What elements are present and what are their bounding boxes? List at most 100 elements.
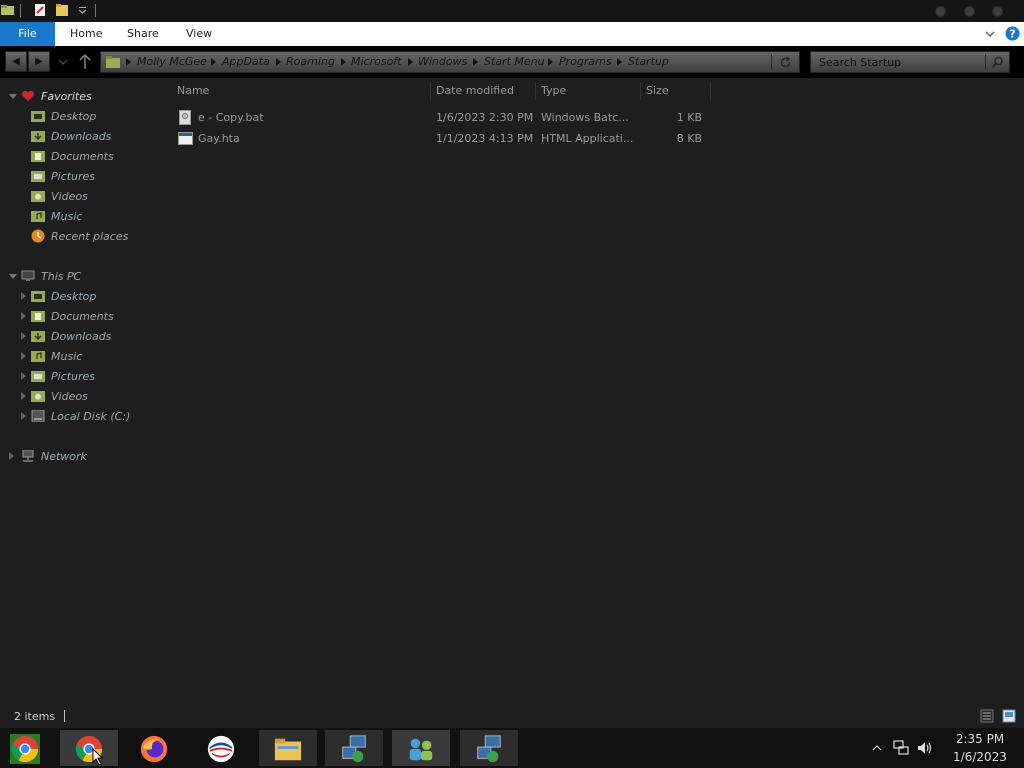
help-icon[interactable]: ? bbox=[1005, 26, 1020, 41]
file-date: 1/1/2023 4:13 PM bbox=[436, 132, 534, 145]
breadcrumb-item[interactable]: Programs bbox=[559, 55, 612, 68]
file-list: Name Date modified Type Size e - Copy.ba… bbox=[165, 78, 1024, 706]
taskbar-app-opera[interactable] bbox=[192, 730, 250, 766]
ribbon-tabs: File Home Share View ? bbox=[0, 22, 1024, 46]
separator bbox=[771, 54, 772, 70]
expand-chevron-icon[interactable] bbox=[21, 412, 26, 420]
nav-label: Desktop bbox=[51, 110, 97, 123]
expand-chevron-icon[interactable] bbox=[21, 292, 26, 300]
breadcrumb-separator bbox=[126, 58, 131, 66]
column-divider[interactable] bbox=[430, 82, 431, 100]
downloads-folder-icon bbox=[31, 331, 45, 342]
taskbar-app-chrome[interactable] bbox=[60, 730, 118, 766]
file-explorer-icon bbox=[274, 738, 302, 761]
refresh-icon[interactable] bbox=[779, 56, 792, 69]
title-bar bbox=[0, 0, 1024, 22]
taskbar-app-firefox[interactable] bbox=[125, 730, 183, 766]
column-header-size[interactable]: Size bbox=[646, 81, 669, 101]
status-bar: 2 items bbox=[0, 706, 1024, 728]
taskbar-app-network-setup[interactable] bbox=[325, 730, 383, 766]
separator bbox=[95, 4, 96, 17]
chevron-down-icon[interactable] bbox=[76, 3, 89, 17]
taskbar-app-network-setup[interactable] bbox=[460, 730, 518, 766]
people-icon bbox=[409, 738, 433, 761]
expand-chevron-icon[interactable] bbox=[21, 352, 26, 360]
folder-icon[interactable] bbox=[1, 3, 14, 17]
column-header-date[interactable]: Date modified bbox=[436, 81, 514, 101]
expand-chevron-icon[interactable] bbox=[21, 372, 26, 380]
file-name: Gay.hta bbox=[198, 132, 240, 145]
expand-chevron-icon[interactable] bbox=[21, 312, 26, 320]
breadcrumb-item[interactable]: Microsoft bbox=[351, 55, 402, 68]
recent-locations-chevron-icon[interactable] bbox=[58, 58, 68, 66]
svg-text:?: ? bbox=[1009, 28, 1015, 41]
documents-folder-icon bbox=[31, 311, 45, 322]
pictures-folder-icon bbox=[31, 371, 45, 382]
expand-chevron-icon[interactable] bbox=[9, 94, 17, 99]
search-icon[interactable] bbox=[991, 56, 1004, 69]
breadcrumb-item[interactable]: AppData bbox=[222, 55, 270, 68]
chevron-down-icon[interactable] bbox=[984, 29, 996, 39]
tab-home[interactable]: Home bbox=[70, 22, 102, 46]
nav-label: Downloads bbox=[51, 330, 112, 343]
file-size: 1 KB bbox=[676, 111, 702, 124]
breadcrumb-item[interactable]: Molly McGee bbox=[137, 55, 207, 68]
separator bbox=[64, 710, 65, 722]
videos-folder-icon bbox=[31, 391, 45, 402]
column-divider[interactable] bbox=[710, 82, 711, 100]
show-hidden-icons-chevron-icon[interactable] bbox=[872, 744, 882, 752]
address-bar[interactable]: Molly McGee AppData Roaming Microsoft Wi… bbox=[100, 51, 800, 73]
network-tray-icon[interactable] bbox=[893, 740, 909, 756]
expand-chevron-icon[interactable] bbox=[9, 452, 14, 460]
column-divider[interactable] bbox=[535, 82, 536, 100]
column-divider[interactable] bbox=[640, 82, 641, 100]
pictures-folder-icon bbox=[31, 171, 45, 182]
back-button[interactable]: ◀ bbox=[5, 51, 27, 72]
expand-chevron-icon[interactable] bbox=[21, 332, 26, 340]
tab-share[interactable]: Share bbox=[127, 22, 159, 46]
nav-label: Pictures bbox=[51, 370, 96, 383]
properties-icon[interactable] bbox=[34, 3, 47, 17]
nav-label: Downloads bbox=[51, 130, 112, 143]
minimize-button[interactable] bbox=[935, 6, 946, 17]
nav-label: Music bbox=[51, 210, 83, 223]
network-icon bbox=[22, 450, 34, 462]
taskbar-app-file-explorer[interactable] bbox=[259, 730, 317, 766]
up-arrow-icon[interactable] bbox=[78, 53, 92, 71]
heart-icon bbox=[22, 90, 34, 101]
expand-chevron-icon[interactable] bbox=[21, 392, 26, 400]
close-button[interactable] bbox=[992, 6, 1003, 17]
breadcrumb-separator bbox=[548, 58, 553, 66]
new-folder-icon[interactable] bbox=[56, 3, 69, 17]
file-row[interactable]: e - Copy.bat 1/6/2023 2:30 PM Windows Ba… bbox=[175, 108, 720, 128]
forward-button[interactable]: ▶ bbox=[28, 51, 50, 72]
tab-view[interactable]: View bbox=[186, 22, 212, 46]
column-header-name[interactable]: Name bbox=[177, 81, 209, 101]
batch-file-icon bbox=[179, 110, 191, 125]
breadcrumb-item[interactable]: Windows bbox=[418, 55, 467, 68]
search-box bbox=[810, 51, 1010, 73]
column-header-type[interactable]: Type bbox=[541, 81, 566, 101]
taskbar-app-people[interactable] bbox=[392, 730, 450, 766]
nav-label: Local Disk (C:) bbox=[51, 410, 131, 423]
start-button[interactable] bbox=[0, 730, 58, 766]
expand-chevron-icon[interactable] bbox=[9, 274, 17, 279]
details-view-icon[interactable] bbox=[980, 709, 994, 723]
large-icons-view-icon[interactable] bbox=[1002, 709, 1016, 723]
separator bbox=[985, 54, 986, 70]
clock-date[interactable]: 1/6/2023 bbox=[940, 750, 1020, 764]
volume-icon[interactable] bbox=[917, 740, 933, 756]
desktop-folder-icon bbox=[31, 291, 45, 302]
search-input[interactable] bbox=[811, 52, 983, 72]
breadcrumb-separator bbox=[473, 58, 478, 66]
clock-time[interactable]: 2:35 PM bbox=[940, 732, 1020, 746]
separator bbox=[20, 4, 21, 17]
file-row[interactable]: Gay.hta 1/1/2023 4:13 PM HTML Applicati.… bbox=[175, 129, 720, 149]
maximize-button[interactable] bbox=[964, 6, 975, 17]
tab-file[interactable]: File bbox=[0, 22, 55, 46]
breadcrumb-item[interactable]: Startup bbox=[628, 55, 669, 68]
breadcrumb-item[interactable]: Start Menu bbox=[484, 55, 545, 68]
breadcrumb-item[interactable]: Roaming bbox=[286, 55, 335, 68]
music-folder-icon bbox=[31, 211, 45, 222]
firefox-icon bbox=[140, 735, 168, 763]
